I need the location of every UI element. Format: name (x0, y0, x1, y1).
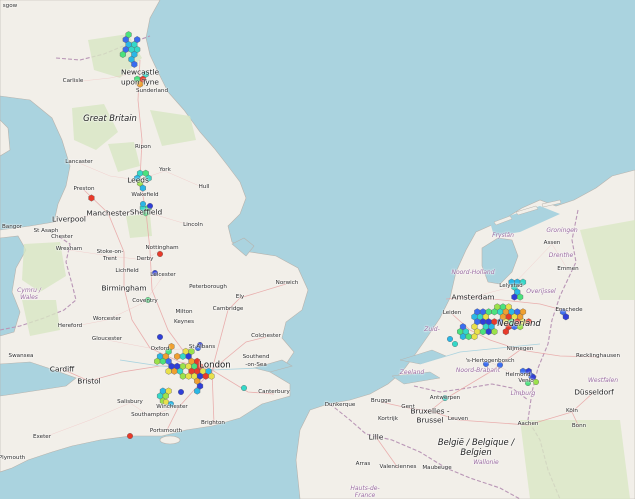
hexbin-cell[interactable] (171, 367, 178, 375)
hexbin-point[interactable] (530, 374, 536, 380)
hexbin-cell[interactable] (137, 80, 144, 88)
hexbin-cell[interactable] (562, 313, 569, 321)
hexbin-cell[interactable] (194, 357, 201, 365)
hexbin-cell[interactable] (465, 333, 472, 341)
hexbin-cell[interactable] (525, 318, 532, 326)
hexbin-point[interactable] (447, 336, 453, 342)
hexbin-point[interactable] (533, 379, 539, 385)
map-base-layer (0, 0, 635, 499)
hexbin-point[interactable] (178, 389, 184, 395)
hexbin-cell[interactable] (459, 333, 467, 341)
hexbin-cell[interactable] (179, 352, 186, 360)
hexbin-cell[interactable] (471, 333, 478, 341)
hexbin-point[interactable] (483, 361, 489, 367)
hexbin-cell[interactable] (208, 372, 215, 380)
hexbin-cell[interactable] (202, 372, 209, 380)
hexbin-point[interactable] (163, 399, 169, 405)
hexbin-cell[interactable] (131, 60, 138, 68)
hexbin-cell[interactable] (165, 367, 172, 375)
hexbin-cell[interactable] (179, 372, 186, 380)
hexbin-point[interactable] (168, 401, 174, 407)
hexbin-cell[interactable] (145, 174, 152, 182)
hexbin-point[interactable] (241, 385, 247, 391)
hexbin-cell[interactable] (142, 209, 149, 217)
hexbin-cell[interactable] (491, 328, 498, 336)
hexbin-cell[interactable] (485, 328, 492, 336)
hexbin-point[interactable] (525, 380, 531, 386)
hexbin-cell[interactable] (159, 357, 166, 365)
hexbin-cell[interactable] (502, 328, 509, 336)
hexbin-cell[interactable] (194, 387, 201, 395)
hexbin-cell[interactable] (139, 184, 146, 192)
hexbin-cell[interactable] (188, 357, 195, 365)
hexbin-cell[interactable] (88, 194, 95, 202)
map-viewport[interactable]: sgow Carlisle Newcastle upon Tyne Sunderland… (0, 0, 635, 499)
hexbin-point[interactable] (497, 362, 503, 368)
hexbin-cell[interactable] (511, 293, 518, 301)
hexbin-cell[interactable] (517, 293, 524, 301)
hexbin-point[interactable] (147, 203, 153, 209)
hexbin-cell[interactable] (174, 352, 181, 360)
isle-of-wight (159, 435, 181, 445)
hexbin-cell[interactable] (514, 318, 521, 326)
hexbin-point[interactable] (127, 433, 133, 439)
hexbin-cell[interactable] (491, 308, 498, 316)
hexbin-point[interactable] (145, 297, 151, 303)
hexbin-cell[interactable] (519, 367, 527, 375)
hexbin-point[interactable] (442, 395, 448, 401)
hexbin-point[interactable] (452, 341, 458, 347)
hexbin-cell[interactable] (519, 278, 527, 286)
hexbin-cell[interactable] (119, 50, 126, 58)
hexbin-point[interactable] (140, 201, 146, 207)
hexbin-point[interactable] (152, 270, 158, 276)
hexbin-point[interactable] (157, 334, 163, 340)
hexbin-point[interactable] (157, 251, 163, 257)
hexbin-cell[interactable] (154, 357, 161, 365)
hexbin-cell[interactable] (499, 313, 507, 321)
hexbin-cell[interactable] (479, 328, 487, 336)
hexbin-cell[interactable] (185, 372, 192, 380)
hexbin-point[interactable] (195, 345, 201, 351)
